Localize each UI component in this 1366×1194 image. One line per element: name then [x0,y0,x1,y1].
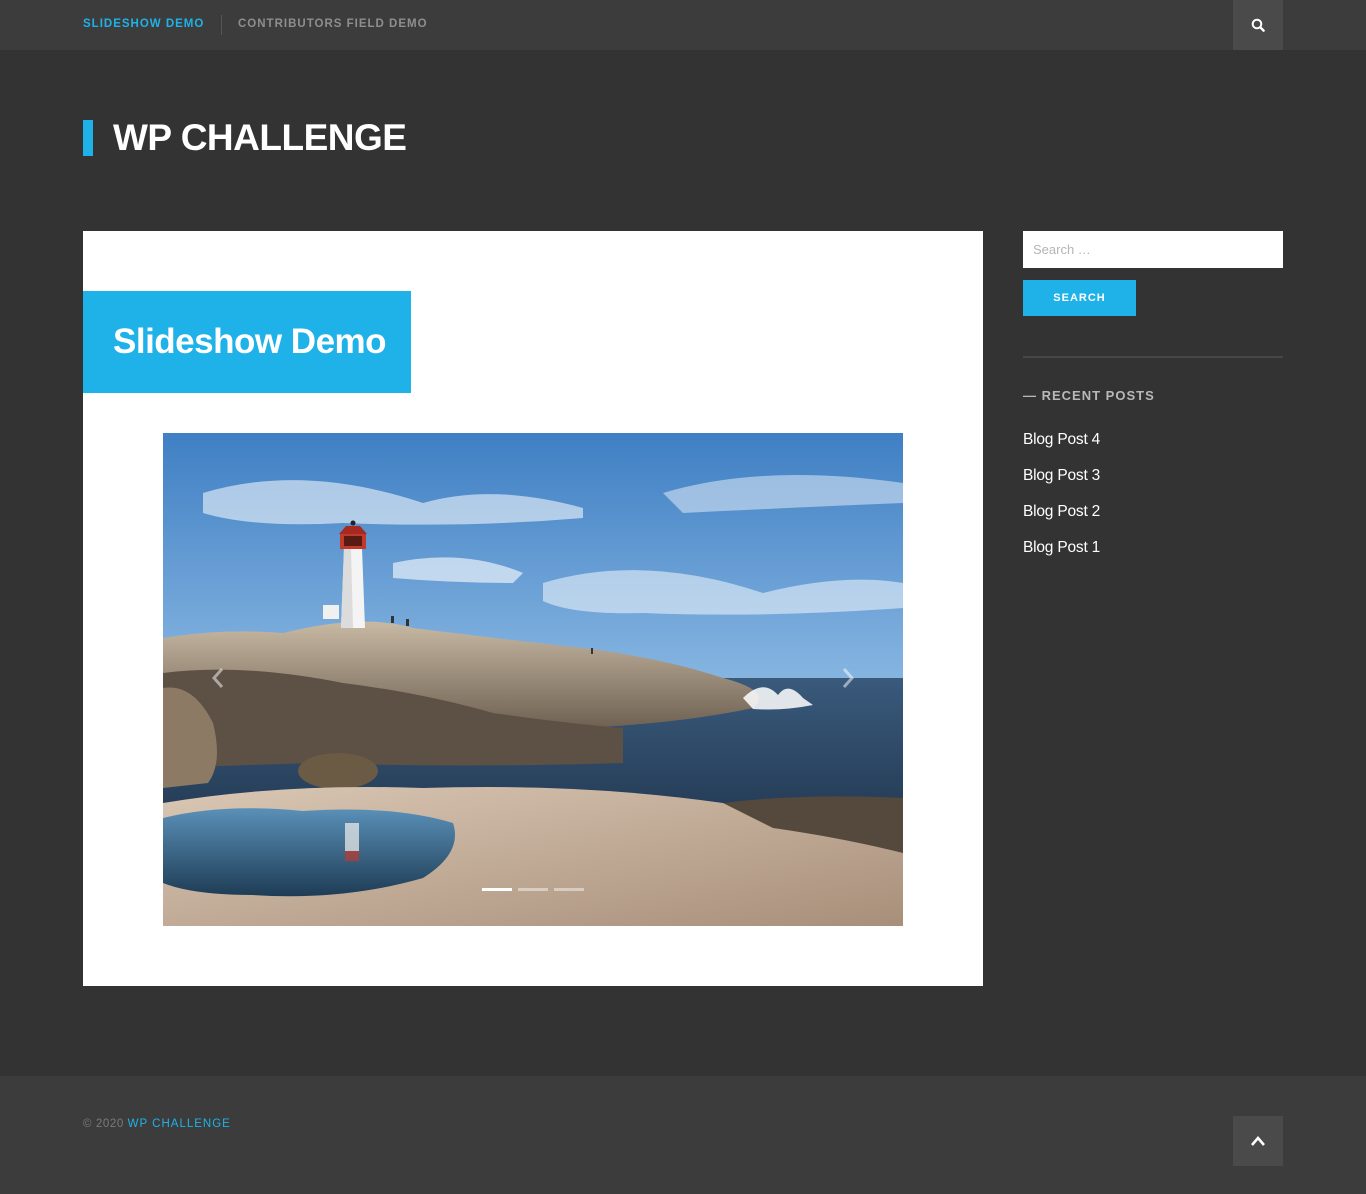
slide-indicator[interactable] [554,888,584,891]
slideshow[interactable] [163,433,903,926]
copyright-text: © 2020 WP CHALLENGE [83,1118,231,1130]
sidebar-divider [1023,356,1283,358]
search-toggle-button[interactable] [1233,0,1283,50]
site-title-accent [83,120,93,156]
top-navigation: SLIDESHOW DEMO CONTRIBUTORS FIELD DEMO [0,0,1366,50]
slide-next-button[interactable] [838,663,858,693]
search-icon [1251,18,1265,32]
search-button[interactable]: SEARCH [1023,280,1136,316]
chevron-up-icon [1251,1136,1265,1146]
recent-post-link[interactable]: Blog Post 2 [1023,503,1100,520]
nav-divider [221,15,222,35]
chevron-right-icon [842,668,855,688]
site-title[interactable]: WP CHALLENGE [113,117,407,159]
slide-image-lighthouse [163,433,903,926]
list-item: Blog Post 3 [1023,467,1100,503]
slide-indicator[interactable] [518,888,548,891]
nav-item-contributors-field-demo[interactable]: CONTRIBUTORS FIELD DEMO [238,18,428,30]
footer-site-link[interactable]: WP CHALLENGE [128,1118,231,1130]
copyright-prefix: © 2020 [83,1118,124,1130]
slide-previous-button[interactable] [208,663,228,693]
slide-indicator[interactable] [482,888,512,891]
chevron-left-icon [211,668,224,688]
recent-posts-list: Blog Post 4 Blog Post 3 Blog Post 2 Blog… [1023,431,1100,575]
recent-posts-title: — RECENT POSTS [1023,388,1155,403]
back-to-top-button[interactable] [1233,1116,1283,1166]
list-item: Blog Post 1 [1023,539,1100,575]
list-item: Blog Post 2 [1023,503,1100,539]
list-item: Blog Post 4 [1023,431,1100,467]
slide-indicators [482,888,584,892]
post-title: Slideshow Demo [113,322,387,361]
recent-post-link[interactable]: Blog Post 1 [1023,539,1100,556]
post-card: Slideshow Demo [83,231,983,986]
recent-post-link[interactable]: Blog Post 3 [1023,467,1100,484]
post-title-banner: Slideshow Demo [83,291,411,393]
site-footer: © 2020 WP CHALLENGE [0,1076,1366,1194]
recent-post-link[interactable]: Blog Post 4 [1023,431,1100,448]
nav-item-slideshow-demo[interactable]: SLIDESHOW DEMO [83,18,204,30]
search-input[interactable] [1023,231,1283,268]
